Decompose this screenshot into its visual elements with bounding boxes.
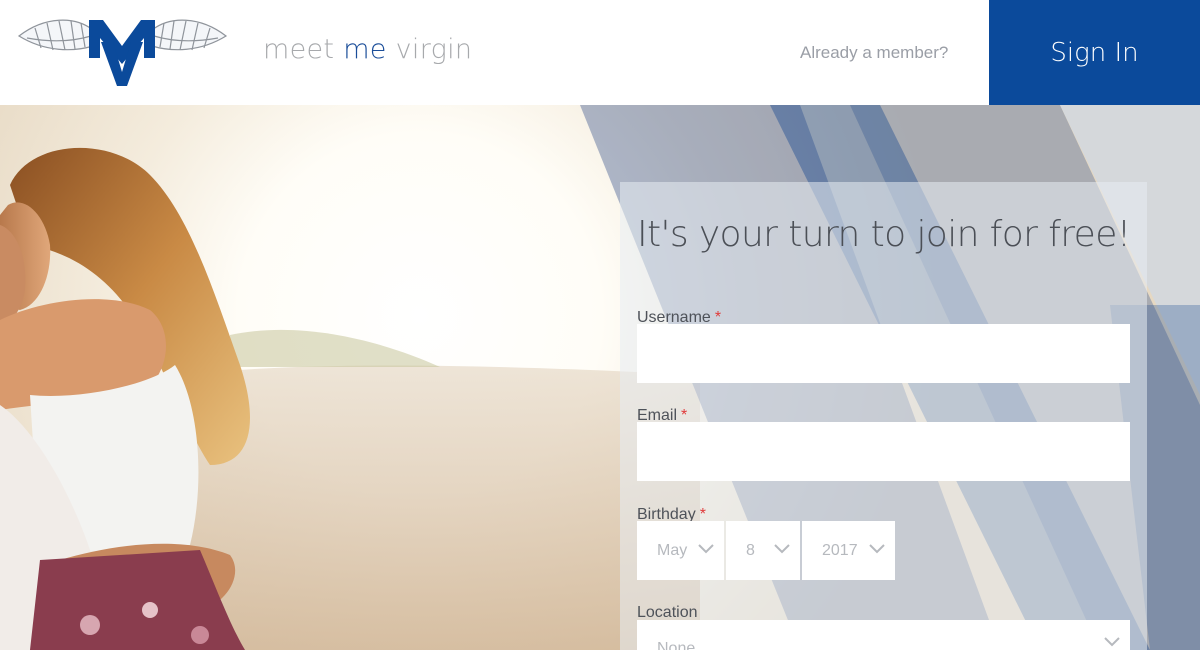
brand-word-virgin: virgin xyxy=(395,34,473,65)
already-member-text: Already a member? xyxy=(800,43,949,62)
brand-wordmark[interactable]: meet me virgin xyxy=(263,34,472,65)
birthday-day-select[interactable]: 8 xyxy=(726,521,800,580)
birthday-month-select[interactable]: May xyxy=(637,521,724,580)
form-title: It's your turn to join for free! xyxy=(637,214,1131,255)
chevron-down-icon xyxy=(774,544,790,554)
birthday-year-select[interactable]: 2017 xyxy=(802,521,895,580)
username-input[interactable] xyxy=(637,324,1130,383)
chevron-down-icon xyxy=(869,544,885,554)
birthday-year-value: 2017 xyxy=(822,541,858,559)
chevron-down-icon xyxy=(1104,637,1120,647)
birthday-month-value: May xyxy=(657,541,688,559)
location-value: None xyxy=(657,640,696,650)
chevron-down-icon xyxy=(698,544,714,554)
email-input[interactable] xyxy=(637,422,1130,481)
birthday-day-value: 8 xyxy=(746,541,755,559)
location-select[interactable]: None xyxy=(637,620,1130,650)
sign-in-button[interactable]: Sign In xyxy=(989,0,1200,105)
brand-word-meet: meet xyxy=(263,34,335,65)
site-header: meet me virgin Already a member? Sign In xyxy=(0,0,1200,105)
winged-logo-icon[interactable] xyxy=(15,12,230,88)
brand-word-me: me xyxy=(343,34,387,65)
